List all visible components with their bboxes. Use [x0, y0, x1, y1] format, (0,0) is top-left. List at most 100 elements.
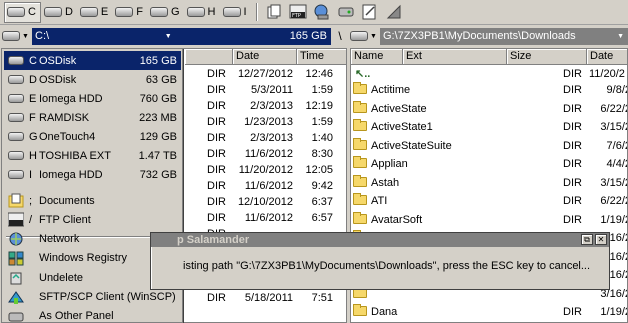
restore-button[interactable]: ⧉: [581, 234, 593, 245]
up-dir-row[interactable]: ↖.. DIR 11/20/2: [351, 66, 627, 82]
row-time: 1:59: [311, 84, 333, 96]
hard-disk-icon: [8, 94, 24, 103]
history-dropdown-icon[interactable]: ▼: [617, 33, 624, 40]
network-drive-icon[interactable]: [313, 3, 331, 21]
toolbar: C D E F G H I FTP: [0, 0, 628, 25]
close-button[interactable]: ✕: [595, 234, 607, 245]
table-row[interactable]: ActiveState1 DIR 3/15/2: [351, 119, 628, 135]
menu-hotkey: ;: [29, 194, 33, 207]
hard-disk-icon: [8, 56, 24, 65]
column-header-size[interactable]: Size: [507, 49, 587, 65]
menu-item-as-other-panel[interactable]: As Other Panel: [4, 307, 181, 323]
menu-item-sftp-scp-client-winscp[interactable]: SFTP/SCP Client (WinSCP): [4, 288, 181, 307]
menu-drive-c[interactable]: C OSDisk 165 GB: [4, 51, 181, 70]
row-date: 1/23/2013: [244, 116, 293, 128]
row-size: DIR: [563, 213, 582, 226]
drive-button-e[interactable]: E: [78, 2, 112, 23]
menu-drive-e[interactable]: E Iomega HDD 760 GB: [4, 89, 181, 108]
view-icon[interactable]: [385, 3, 403, 21]
row-date: 12/27/2012: [237, 68, 293, 80]
left-path-field[interactable]: C:\ ▼ 165 GB: [32, 27, 331, 45]
menu-hotkey: /: [29, 213, 33, 226]
hard-disk-icon: [8, 113, 24, 122]
row-name: Applian: [353, 156, 553, 172]
edit-icon[interactable]: [361, 3, 379, 21]
row-type: DIR: [207, 196, 226, 208]
drive-button-h[interactable]: H: [185, 2, 220, 23]
folder-icon: [353, 100, 367, 113]
menu-item-ftp-client[interactable]: / FTP Client: [4, 210, 181, 229]
menu-drive-d[interactable]: D OSDisk 63 GB: [4, 70, 181, 89]
undelete-icon: [7, 270, 25, 285]
right-path-text: G:\7ZX3PB1\MyDocuments\Downloads: [383, 30, 576, 42]
menu-item-documents[interactable]: ; Documents: [4, 191, 181, 210]
drive-button-c[interactable]: C: [4, 1, 41, 23]
column-header-ext[interactable]: Ext: [403, 49, 507, 65]
column-header-name[interactable]: Name: [351, 49, 403, 65]
folder-icon: [353, 304, 367, 316]
drive-icon: [43, 7, 62, 17]
drive-letter: D: [64, 6, 73, 18]
row-name: Actitime: [353, 82, 553, 98]
table-row[interactable]: Actitime DIR 9/8/2: [351, 82, 627, 98]
drive-letter: I: [243, 6, 247, 18]
drive-button-d[interactable]: D: [42, 2, 77, 23]
table-row[interactable]: ATI DIR 6/22/2: [351, 193, 627, 209]
table-row[interactable]: ActiveStateSuite DIR 7/6/2: [351, 137, 627, 154]
drive-letter: I: [29, 168, 33, 181]
drive-icon: [149, 7, 168, 17]
row-time: 12:05: [305, 164, 333, 176]
menu-drive-i[interactable]: I Iomega HDD 732 GB: [4, 165, 181, 184]
toolbar-separator: [255, 3, 258, 21]
drive-letter: H: [29, 149, 37, 162]
row-type: DIR: [207, 180, 226, 192]
row-time: 8:30: [311, 148, 333, 160]
row-date: 6/22/2: [600, 102, 628, 115]
menu-drive-g[interactable]: G OneTouch4 129 GB: [4, 127, 181, 146]
row-time: 6:57: [311, 212, 333, 224]
menu-drive-h[interactable]: H TOSHIBA EXT 1.47 TB: [4, 146, 181, 165]
column-header-date[interactable]: Date: [233, 49, 297, 65]
ftp-icon[interactable]: FTP: [289, 3, 307, 21]
drive-label: OneTouch4: [39, 130, 96, 143]
listing-progress-dialog: p Salamander ⧉ ✕ isting path "G:\7ZX3PB1…: [150, 232, 610, 290]
drive-button-f[interactable]: F: [113, 2, 147, 23]
menu-drive-f[interactable]: F RAMDISK 223 MB: [4, 108, 181, 127]
row-size: DIR: [563, 158, 582, 170]
row-name: Dana: [353, 304, 553, 320]
column-header-time[interactable]: Time: [297, 49, 346, 65]
drive-letter: C: [29, 54, 37, 67]
left-drive-selector[interactable]: ▼: [2, 27, 32, 45]
right-drive-selector[interactable]: ▼: [350, 27, 380, 45]
hard-disk-icon: [8, 75, 24, 84]
drive-label: TOSHIBA EXT: [39, 149, 111, 162]
row-date: 11/6/2012: [244, 180, 293, 192]
row-date: 1/19/2: [600, 213, 628, 226]
drive-icon: [222, 7, 241, 17]
drive-icon: [7, 56, 25, 65]
folder-icon: [353, 137, 367, 150]
column-header-attr[interactable]: [185, 49, 233, 65]
row-name-text: AvatarSoft: [371, 213, 423, 226]
column-header-date[interactable]: Date: [587, 49, 627, 65]
copy-icon[interactable]: [265, 3, 283, 21]
right-path-field[interactable]: G:\7ZX3PB1\MyDocuments\Downloads ▼: [380, 27, 628, 45]
table-row[interactable]: ActiveState DIR 6/22/2: [351, 100, 628, 117]
table-row[interactable]: AvatarSoft DIR 1/19/2: [351, 211, 628, 228]
root-button[interactable]: \: [333, 29, 347, 43]
drive-icon: [7, 7, 25, 17]
row-date: 11/20/2: [589, 68, 625, 80]
drive-icon: [7, 75, 25, 84]
row-date: 3/15/2: [600, 121, 628, 133]
folder-icon: [353, 156, 367, 168]
history-dropdown-icon[interactable]: ▼: [165, 33, 172, 40]
disk-info-icon[interactable]: [337, 3, 355, 21]
drive-icon: [7, 151, 25, 160]
table-row[interactable]: Astah DIR 3/15/2: [351, 174, 627, 191]
table-row[interactable]: Dana DIR 1/19/2: [351, 304, 627, 320]
drive-size: 129 GB: [139, 130, 177, 143]
row-date: 11/6/2012: [244, 212, 293, 224]
drive-button-g[interactable]: G: [148, 2, 184, 23]
drive-button-i[interactable]: I: [221, 2, 251, 23]
table-row[interactable]: Applian DIR 4/4/2: [351, 156, 627, 172]
